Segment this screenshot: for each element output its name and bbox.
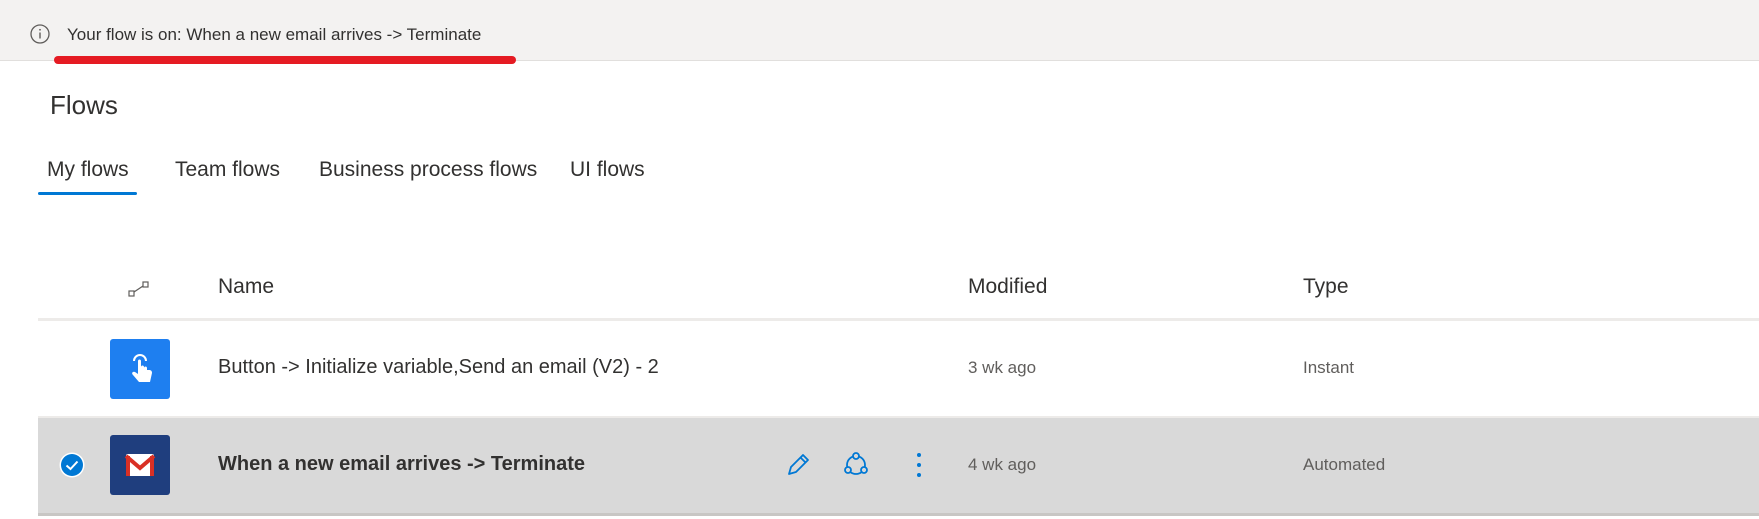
- flow-type: Automated: [1303, 455, 1386, 474]
- column-header-name[interactable]: Name: [218, 275, 274, 299]
- banner-message: Your flow is on: When a new email arrive…: [67, 25, 482, 44]
- flow-modified: 4 wk ago: [968, 455, 1037, 474]
- tab-my-flows[interactable]: My flows: [38, 158, 137, 195]
- tab-business-process-flows[interactable]: Business process flows: [319, 158, 537, 182]
- flow-name[interactable]: When a new email arrives -> Terminate: [218, 453, 585, 476]
- flow-connector-icon: [128, 281, 149, 297]
- highlight-underline: [54, 56, 516, 64]
- selected-check-icon[interactable]: [59, 452, 85, 478]
- flow-name[interactable]: Button -> Initialize variable,Send an em…: [218, 356, 659, 379]
- more-options-icon[interactable]: [904, 450, 934, 480]
- notification-banner: Your flow is on: When a new email arrive…: [0, 0, 1759, 61]
- share-icon[interactable]: [841, 450, 871, 480]
- info-icon: [30, 24, 50, 44]
- gmail-icon: [110, 435, 170, 495]
- touch-button-icon: [110, 339, 170, 399]
- flow-modified: 3 wk ago: [968, 358, 1037, 377]
- flow-type: Instant: [1303, 358, 1355, 377]
- edit-icon[interactable]: [783, 450, 813, 480]
- tab-team-flows[interactable]: Team flows: [175, 158, 280, 182]
- table-row[interactable]: Button -> Initialize variable,Send an em…: [38, 321, 1759, 418]
- column-header-type[interactable]: Type: [1303, 275, 1349, 299]
- table-row-selected[interactable]: When a new email arrives -> Terminate 4 …: [38, 418, 1759, 516]
- column-header-modified[interactable]: Modified: [968, 275, 1047, 299]
- page-title: Flows: [50, 90, 118, 120]
- tab-ui-flows[interactable]: UI flows: [570, 158, 645, 182]
